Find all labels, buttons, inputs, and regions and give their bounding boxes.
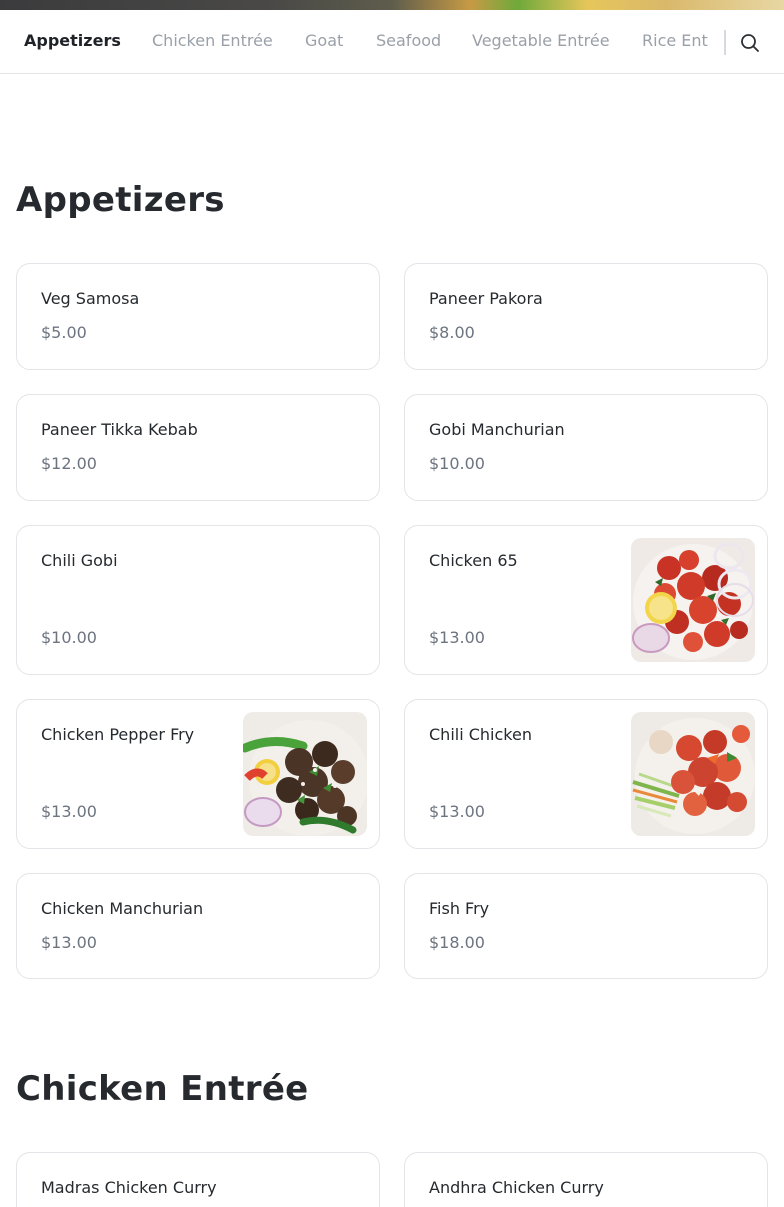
menu-item-name: Paneer Tikka Kebab <box>41 420 198 439</box>
menu-item-name: Chicken Manchurian <box>41 899 204 918</box>
chicken-65-photo <box>631 538 755 662</box>
menu-item-name: Chicken Pepper Fry <box>41 725 195 744</box>
menu-item-name: Gobi Manchurian <box>429 420 565 439</box>
menu-item-card[interactable]: Paneer Pakora $8.00 <box>404 263 768 370</box>
tab-rice-entree[interactable]: Rice Ent <box>642 31 708 51</box>
menu-item-price: $12.00 <box>41 454 97 473</box>
tab-vegetable-entree[interactable]: Vegetable Entrée <box>472 31 610 51</box>
menu-item-card[interactable]: Chicken 65 $13.00 <box>404 525 768 675</box>
menu-item-card[interactable]: Andhra Chicken Curry <box>404 1152 768 1207</box>
menu-item-price: $8.00 <box>429 323 475 342</box>
hero-image-strip <box>0 0 784 10</box>
chili-chicken-photo <box>631 712 755 836</box>
section-title-appetizers: Appetizers <box>16 180 225 220</box>
category-nav: Appetizers Chicken Entrée Goat Seafood V… <box>0 10 784 74</box>
menu-item-name: Veg Samosa <box>41 289 140 308</box>
nav-divider <box>724 30 726 55</box>
menu-item-price: $13.00 <box>41 802 97 821</box>
menu-item-card[interactable]: Gobi Manchurian $10.00 <box>404 394 768 501</box>
section-title-chicken-entree: Chicken Entrée <box>16 1069 309 1109</box>
menu-item-card[interactable]: Chicken Manchurian $13.00 <box>16 873 380 979</box>
menu-item-name: Andhra Chicken Curry <box>429 1178 604 1197</box>
menu-item-name: Chili Gobi <box>41 551 118 570</box>
menu-item-price: $13.00 <box>429 628 485 647</box>
menu-item-card[interactable]: Chili Gobi $10.00 <box>16 525 380 675</box>
menu-item-name: Chicken 65 <box>429 551 518 570</box>
menu-item-name: Madras Chicken Curry <box>41 1178 217 1197</box>
menu-item-name: Paneer Pakora <box>429 289 543 308</box>
chicken-pepper-fry-photo <box>243 712 367 836</box>
tab-appetizers[interactable]: Appetizers <box>24 31 121 51</box>
menu-item-name: Chili Chicken <box>429 725 532 744</box>
search-icon[interactable] <box>738 31 762 55</box>
menu-item-card[interactable]: Fish Fry $18.00 <box>404 873 768 979</box>
menu-item-price: $18.00 <box>429 933 485 952</box>
menu-item-card[interactable]: Madras Chicken Curry <box>16 1152 380 1207</box>
menu-item-card[interactable]: Chicken Pepper Fry $13.00 <box>16 699 380 849</box>
menu-item-card[interactable]: Paneer Tikka Kebab $12.00 <box>16 394 380 501</box>
category-tabs: Appetizers Chicken Entrée Goat Seafood V… <box>0 10 724 73</box>
menu-item-price: $5.00 <box>41 323 87 342</box>
menu-item-price: $10.00 <box>429 454 485 473</box>
tab-chicken-entree[interactable]: Chicken Entrée <box>152 31 273 51</box>
menu-item-price: $13.00 <box>429 802 485 821</box>
menu-item-price: $10.00 <box>41 628 97 647</box>
tab-goat[interactable]: Goat <box>305 31 343 51</box>
menu-item-card[interactable]: Chili Chicken $13.00 <box>404 699 768 849</box>
menu-item-name: Fish Fry <box>429 899 490 918</box>
menu-item-price: $13.00 <box>41 933 97 952</box>
menu-item-card[interactable]: Veg Samosa $5.00 <box>16 263 380 370</box>
tab-seafood[interactable]: Seafood <box>376 31 441 51</box>
